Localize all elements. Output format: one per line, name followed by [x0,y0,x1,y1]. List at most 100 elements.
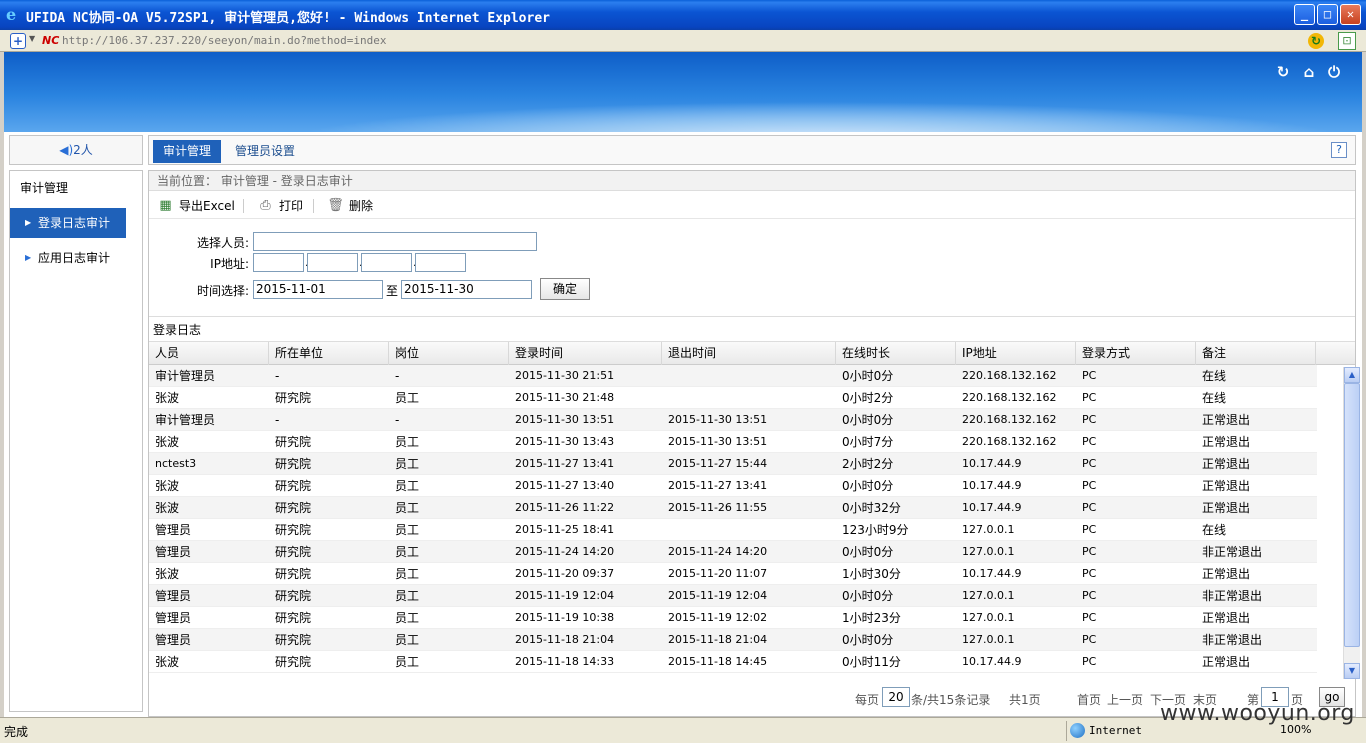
tab-audit-management[interactable]: 审计管理 [153,140,222,163]
table-row[interactable]: 审计管理员 - - 2015-11-30 21:51 0小时0分 220.168.132.… [149,365,1317,387]
ip-octet-2-input[interactable] [307,253,358,272]
start-date-input[interactable]: 2015-11-01 [253,280,383,299]
column-header[interactable]: 人员 [149,342,269,366]
person-input[interactable] [253,232,537,251]
column-header[interactable]: 所在单位 [269,342,389,366]
date-range-separator: 至 [386,284,399,298]
table-cell: PC [1082,655,1097,668]
table-cell: 员工 [395,567,420,581]
table-cell: 研究院 [275,479,312,493]
vertical-scrollbar[interactable]: ▲ ▼ [1343,367,1360,679]
table-cell: 正常退出 [1202,501,1251,515]
table-cell: 2015-11-30 13:51 [515,413,615,426]
table-row[interactable]: 管理员 研究院 员工 2015-11-19 10:38 2015-11-19 12:02… [149,607,1317,629]
home-icon[interactable]: ⌂ [1301,64,1317,80]
first-page-link[interactable]: 首页 [1077,691,1101,708]
table-cell: 2015-11-18 14:33 [515,655,615,668]
sidebar-item-label: 登录日志审计 [38,216,111,230]
table-row[interactable]: 张波 研究院 员工 2015-11-20 09:37 2015-11-20 11:07 1… [149,563,1317,585]
table-cell: 2015-11-30 13:43 [515,435,615,448]
end-date-input[interactable]: 2015-11-30 [401,280,532,299]
table-cell: 审计管理员 [155,369,216,383]
table-cell: 1小时23分 [842,611,901,625]
window-title-bar: e UFIDA NC协同-OA V5.72SP1, 审计管理员,您好! - Wi… [0,0,1366,30]
table-row[interactable]: 管理员 研究院 员工 2015-11-18 21:04 2015-11-18 21:04… [149,629,1317,651]
table-cell: PC [1082,413,1097,426]
record-summary: 条/共15条记录 [911,693,991,707]
help-icon[interactable]: ? [1331,142,1347,158]
table-cell: 1小时30分 [842,567,901,581]
online-users[interactable]: ◀)2人 [9,135,143,165]
table-cell: 研究院 [275,457,312,471]
url-field[interactable]: http://106.37.237.220/seeyon/main.do?met… [62,34,387,47]
table-cell: 张波 [155,655,180,669]
ip-label: IP地址: [210,257,249,271]
ip-octet-3-input[interactable] [361,253,412,272]
table-cell: 127.0.0.1 [962,523,1015,536]
close-button[interactable]: ✕ [1340,4,1361,25]
table-cell: 123小时9分 [842,523,909,537]
scroll-up-icon[interactable]: ▲ [1344,367,1360,383]
table-row[interactable]: 张波 研究院 员工 2015-11-30 13:43 2015-11-30 13:51 0… [149,431,1317,453]
caret-right-icon: ▶ [25,253,32,262]
table-cell: 2015-11-27 13:41 [515,457,615,470]
table-cell: 220.168.132.162 [962,435,1057,448]
per-page-input[interactable]: 20 [882,687,910,707]
table-cell: PC [1082,457,1097,470]
table-cell: 员工 [395,435,420,449]
ip-octet-4-input[interactable] [415,253,466,272]
sidebar-item-login-log-audit[interactable]: ▶ 登录日志审计 [10,208,126,238]
delete-button[interactable]: 🗑 删除 [327,197,373,215]
maximize-button[interactable]: □ [1317,4,1338,25]
table-row[interactable]: 管理员 研究院 员工 2015-11-24 14:20 2015-11-24 14:20… [149,541,1317,563]
table-cell: 正常退出 [1202,611,1251,625]
printer-icon: ⎙ [260,198,271,213]
table-row[interactable]: 审计管理员 - - 2015-11-30 13:51 2015-11-30 13:51 0… [149,409,1317,431]
table-cell: PC [1082,435,1097,448]
table-row[interactable]: 管理员 研究院 员工 2015-11-25 18:41 123小时9分 127.0.0.1… [149,519,1317,541]
print-button[interactable]: ⎙ 打印 [257,197,303,215]
table-cell [662,365,836,387]
ip-octet-1-input[interactable] [253,253,304,272]
table-cell: nctest3 [155,457,197,470]
print-label: 打印 [279,199,304,213]
column-header[interactable]: 退出时间 [662,342,836,366]
sidebar-item-app-log-audit[interactable]: ▶ 应用日志审计 [10,243,126,273]
column-header[interactable]: 备注 [1196,342,1316,366]
table-cell: 员工 [395,501,420,515]
confirm-button[interactable]: 确定 [540,278,590,300]
scroll-thumb[interactable] [1344,383,1360,647]
minimize-button[interactable]: _ [1294,4,1315,25]
table-cell: 研究院 [275,523,312,537]
export-excel-button[interactable]: ▦ 导出Excel [157,197,234,215]
column-header[interactable]: 登录时间 [509,342,662,366]
table-row[interactable]: 张波 研究院 员工 2015-11-26 11:22 2015-11-26 11:55 0… [149,497,1317,519]
table-cell: PC [1082,501,1097,514]
refresh-icon[interactable]: ↻ [1275,64,1291,80]
chevron-down-icon[interactable]: ▼ [29,34,35,43]
table-cell: 2015-11-18 14:45 [668,655,768,668]
table-row[interactable]: 张波 研究院 员工 2015-11-27 13:40 2015-11-27 13:41 0… [149,475,1317,497]
table-cell: 正常退出 [1202,457,1251,471]
table-cell: 10.17.44.9 [962,457,1022,470]
column-header[interactable]: 在线时长 [836,342,956,366]
table-row[interactable]: nctest3 研究院 员工 2015-11-27 13:41 2015-11-27 1… [149,453,1317,475]
go-refresh-icon[interactable]: ↻ [1308,33,1324,49]
logout-icon[interactable]: ⏻ [1326,64,1342,80]
table-cell: 0小时0分 [842,589,894,603]
prev-page-link[interactable]: 上一页 [1107,691,1143,708]
tab-admin-settings[interactable]: 管理员设置 [225,140,305,163]
table-cell: 2015-11-27 15:44 [668,457,768,470]
table-row[interactable]: 管理员 研究院 员工 2015-11-19 12:04 2015-11-19 12:04… [149,585,1317,607]
compatibility-view-icon[interactable]: ⊡ [1338,32,1356,50]
toolbar: ▦ 导出Excel ⎙ 打印 🗑 删除 [149,193,1355,219]
security-shield-icon[interactable]: + [10,33,26,49]
column-header[interactable]: 岗位 [389,342,509,366]
table-row[interactable]: 张波 研究院 员工 2015-11-30 21:48 0小时2分 220.168.132.… [149,387,1317,409]
column-header[interactable]: 登录方式 [1076,342,1196,366]
column-header[interactable]: IP地址 [956,342,1076,366]
table-cell: PC [1082,391,1097,404]
table-row[interactable]: 张波 研究院 员工 2015-11-18 14:33 2015-11-18 14:45 0… [149,651,1317,673]
table-body: 审计管理员 - - 2015-11-30 21:51 0小时0分 220.168.132.… [149,365,1317,677]
scroll-down-icon[interactable]: ▼ [1344,663,1360,679]
